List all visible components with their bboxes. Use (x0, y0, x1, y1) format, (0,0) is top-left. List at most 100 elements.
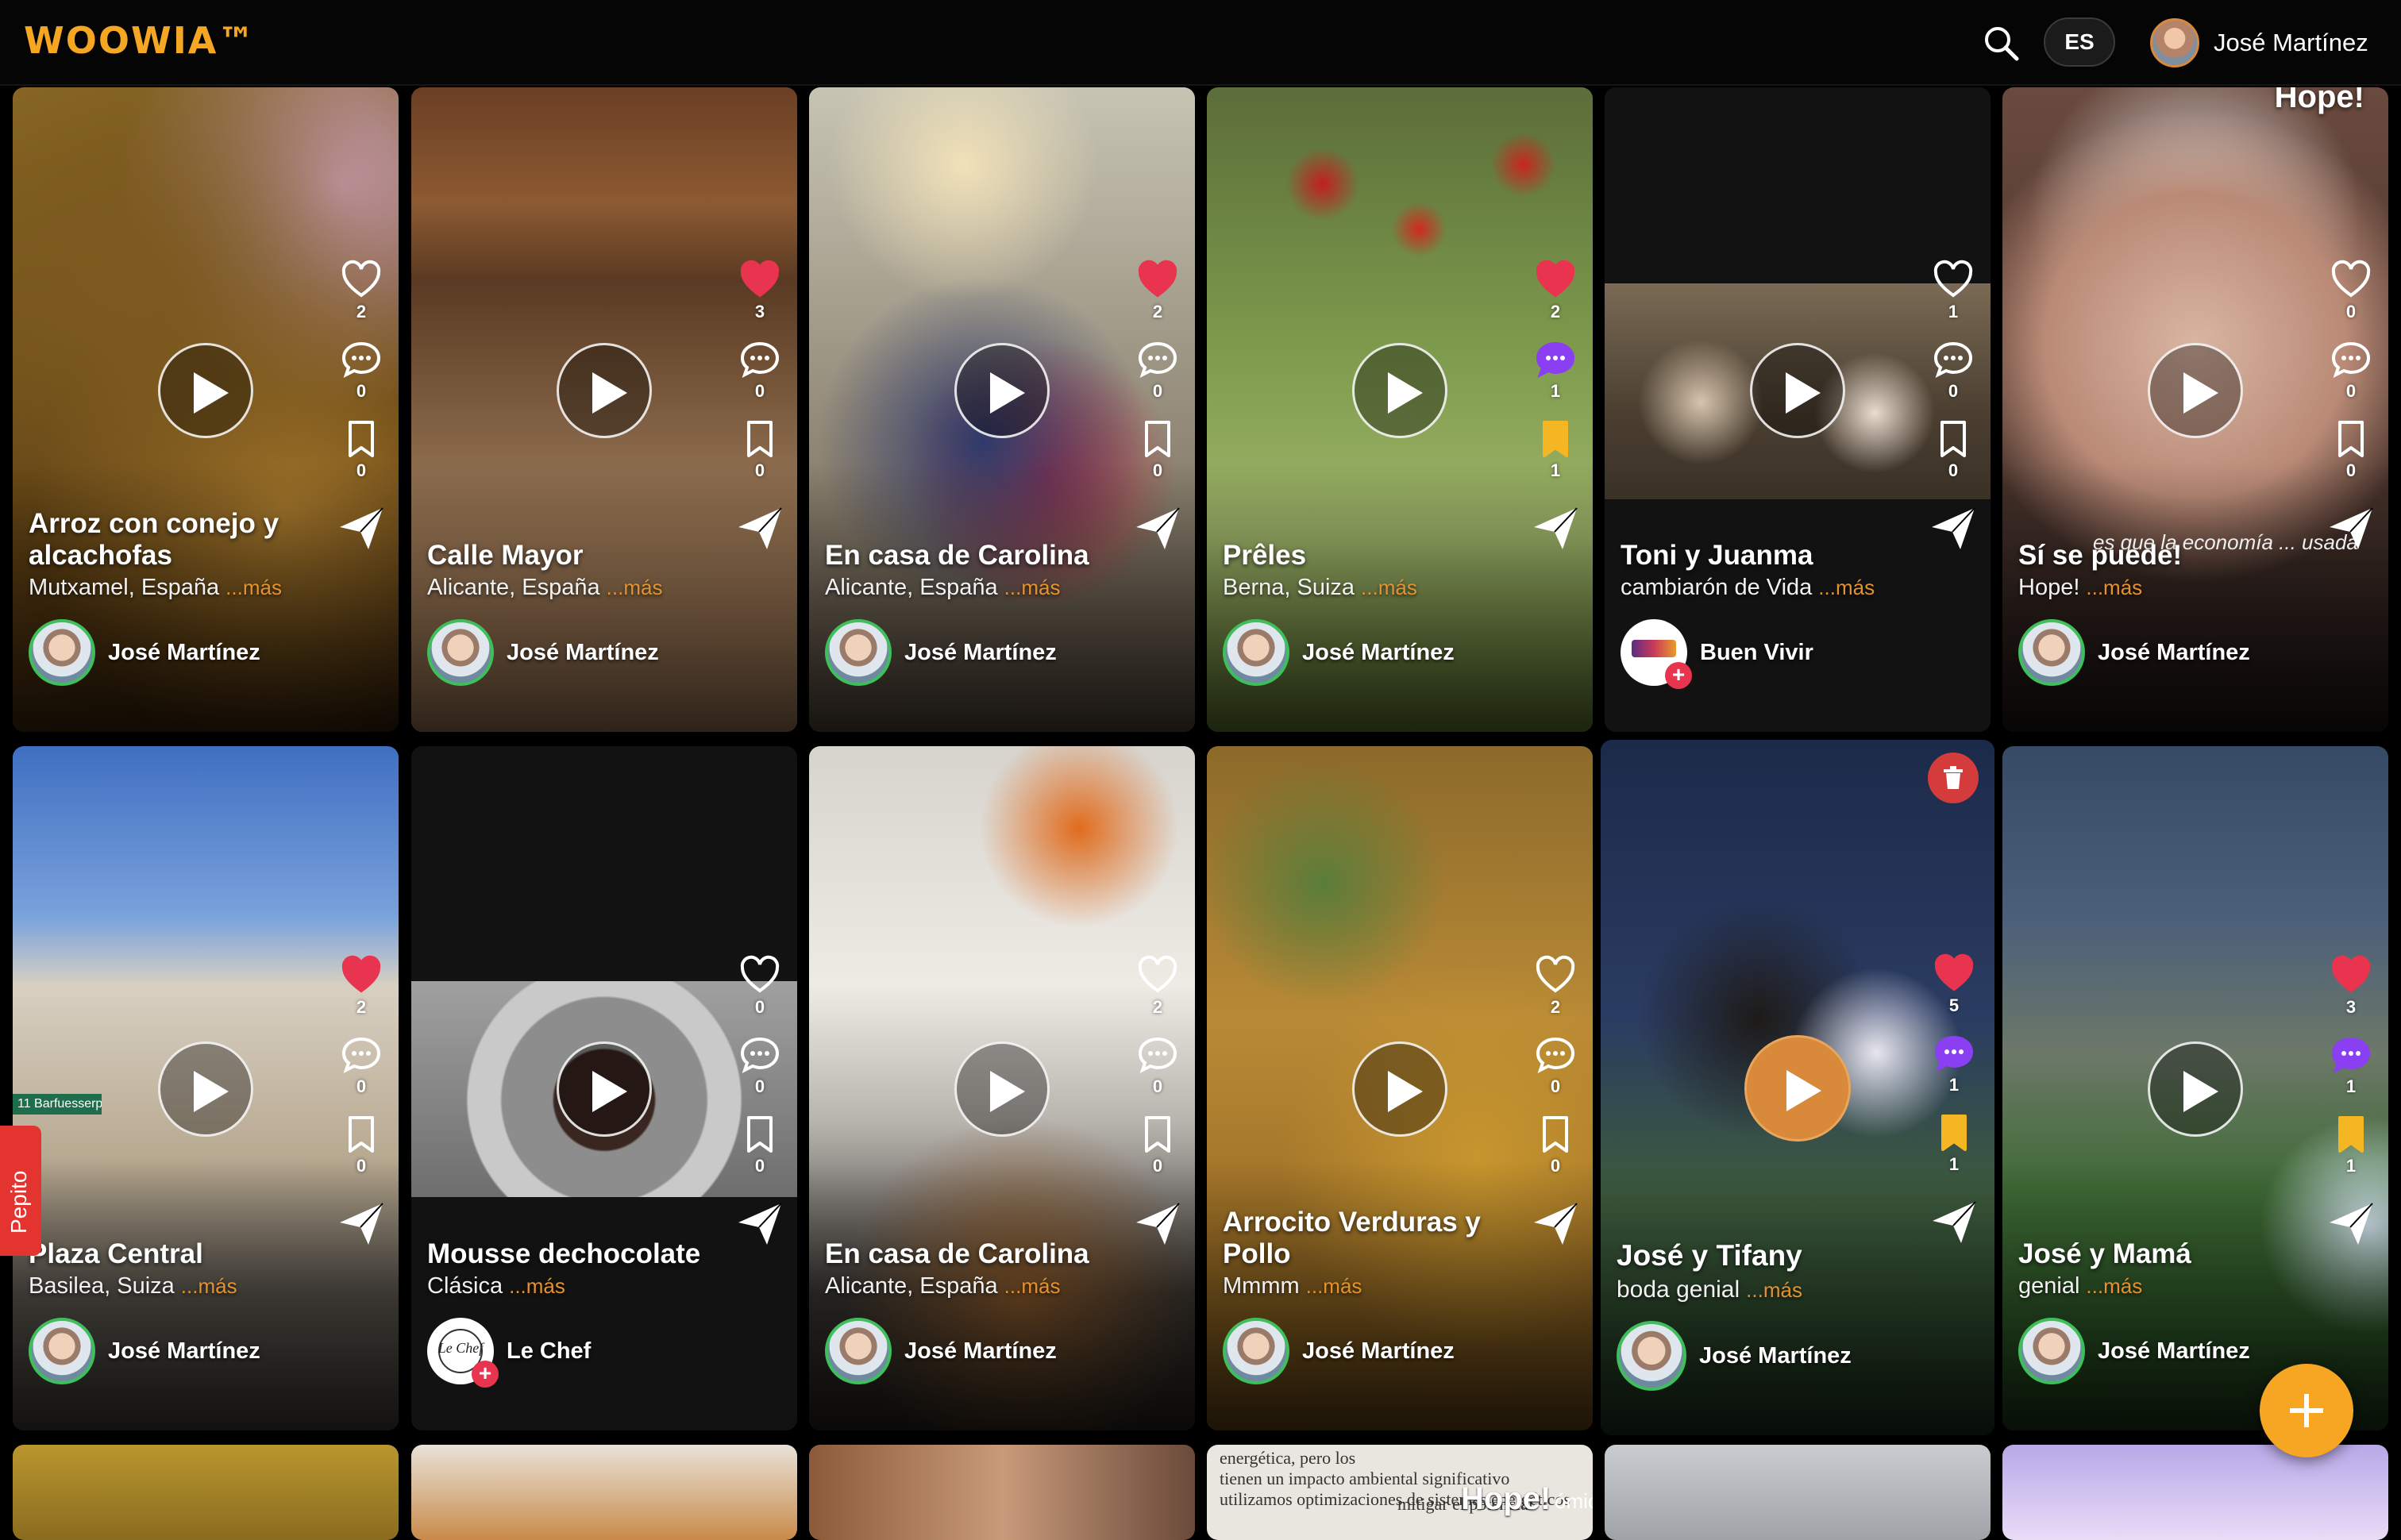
heart-icon[interactable] (1136, 954, 1179, 997)
more-link[interactable]: ...más (1004, 576, 1061, 599)
owner-name[interactable]: José Martínez (904, 1338, 1057, 1365)
owner-avatar[interactable] (1223, 619, 1289, 686)
play-button[interactable] (1352, 343, 1447, 438)
owner-avatar[interactable] (2018, 619, 2085, 686)
bookmark-icon[interactable] (340, 1113, 383, 1156)
video-card[interactable]: 3 1 1 José y Mamá genial ...más José Mart… (2002, 746, 2388, 1430)
heart-icon[interactable] (738, 954, 781, 997)
send-icon[interactable] (2326, 1199, 2376, 1248)
bookmark-icon[interactable] (1136, 1113, 1179, 1156)
video-title[interactable]: Arroz con conejo y alcachofas (29, 508, 322, 572)
play-button[interactable] (158, 343, 253, 438)
send-icon[interactable] (337, 1199, 386, 1248)
bookmark-icon[interactable] (1534, 418, 1577, 460)
owner-name[interactable]: José Martínez (2098, 1338, 2250, 1365)
video-card[interactable]: 3 0 0 Calle Mayor Alicante, España ...más… (411, 87, 797, 732)
bookmark-icon[interactable] (738, 1113, 781, 1156)
search-icon[interactable] (1980, 22, 2023, 65)
send-icon[interactable] (1531, 1199, 1580, 1248)
play-button[interactable] (1352, 1041, 1447, 1137)
heart-icon[interactable] (1534, 259, 1577, 302)
app-logo[interactable]: WOOWIA™ (24, 19, 256, 62)
heart-icon[interactable] (340, 954, 383, 997)
video-card[interactable]: 2 0 0 En casa de Carolina Alicante, Espa… (809, 87, 1195, 732)
add-button[interactable] (2260, 1364, 2353, 1457)
heart-icon[interactable] (2330, 954, 2372, 997)
play-button[interactable] (158, 1041, 253, 1137)
video-card[interactable]: 1 0 0 Toni y Juanma cambiarón de Vida...… (1605, 87, 1991, 732)
owner[interactable]: José Martínez (2018, 1318, 2250, 1384)
video-title[interactable]: En casa de Carolina (825, 540, 1119, 572)
comment-icon[interactable] (2330, 1034, 2372, 1076)
heart-icon[interactable] (738, 259, 781, 302)
owner-name[interactable]: José Martínez (108, 640, 260, 666)
play-button[interactable] (1750, 343, 1845, 438)
comment-icon[interactable] (1534, 1034, 1577, 1076)
video-title[interactable]: José y Mamá (2018, 1238, 2312, 1270)
bookmark-icon[interactable] (1136, 418, 1179, 460)
owner-name[interactable]: José Martínez (108, 1338, 260, 1365)
video-card[interactable]: energética, pero los tienen un impacto a… (1207, 1445, 1593, 1540)
owner[interactable]: José Martínez (29, 619, 260, 686)
owner-name[interactable]: Le Chef (507, 1338, 591, 1365)
owner-avatar[interactable] (427, 619, 494, 686)
owner-avatar[interactable] (29, 1318, 95, 1384)
send-icon[interactable] (1133, 1199, 1182, 1248)
video-card[interactable]: 2 1 1 Prêles Berna, Suiza ...más José Mar… (1207, 87, 1593, 732)
video-title[interactable]: Toni y Juanma (1621, 540, 1914, 572)
language-button[interactable]: ES (2044, 17, 2115, 67)
more-link[interactable]: ...más (607, 576, 663, 599)
video-title[interactable]: Mousse dechocolate (427, 1238, 721, 1270)
play-button[interactable] (557, 343, 652, 438)
video-card[interactable] (411, 1445, 797, 1540)
owner-name[interactable]: José Martínez (904, 640, 1057, 666)
video-card[interactable] (13, 1445, 399, 1540)
more-link[interactable]: ...más (1746, 1278, 1802, 1302)
comment-icon[interactable] (1534, 338, 1577, 381)
owner-name[interactable]: José Martínez (507, 640, 659, 666)
more-link[interactable]: ...más (1818, 576, 1875, 599)
owner[interactable]: + Buen Vivir (1621, 619, 1813, 689)
owner-avatar[interactable] (2018, 1318, 2085, 1384)
heart-icon[interactable] (340, 259, 383, 302)
comment-icon[interactable] (1933, 1032, 1975, 1075)
follow-plus-icon[interactable]: + (472, 1361, 499, 1388)
play-button[interactable] (954, 1041, 1050, 1137)
owner[interactable]: José Martínez (1223, 619, 1455, 686)
bookmark-icon[interactable] (340, 418, 383, 460)
owner[interactable]: Le Chef + Le Chef (427, 1318, 591, 1388)
video-card[interactable]: 0 0 0 Mousse dechocolate Clásica ...más L… (411, 746, 797, 1430)
owner-avatar[interactable]: + (1621, 619, 1692, 689)
play-button[interactable] (954, 343, 1050, 438)
video-title[interactable]: Calle Mayor (427, 540, 721, 572)
bookmark-icon[interactable] (738, 418, 781, 460)
video-card[interactable]: Hope! es que la economía ... usada 0 0 0… (2002, 87, 2388, 732)
send-icon[interactable] (2326, 503, 2376, 552)
bookmark-icon[interactable] (1534, 1113, 1577, 1156)
more-link[interactable]: ...más (1306, 1274, 1362, 1298)
play-button[interactable] (2148, 1041, 2243, 1137)
video-title[interactable]: Plaza Central (29, 1238, 322, 1270)
owner-name[interactable]: José Martínez (1699, 1343, 1852, 1369)
video-card[interactable]: 2 0 0 Arroz con conejo y alcachofas Mutx… (13, 87, 399, 732)
heart-icon[interactable] (2330, 259, 2372, 302)
send-icon[interactable] (735, 503, 784, 552)
owner[interactable]: José Martínez (825, 619, 1057, 686)
more-link[interactable]: ...más (225, 576, 282, 599)
owner[interactable]: José Martínez (825, 1318, 1057, 1384)
video-title[interactable]: Arrocito Verduras y Pollo (1223, 1207, 1517, 1270)
owner[interactable]: José Martínez (1223, 1318, 1455, 1384)
comment-icon[interactable] (1136, 338, 1179, 381)
more-link[interactable]: ...más (181, 1274, 237, 1298)
play-button[interactable] (557, 1041, 652, 1137)
owner[interactable]: José Martínez (29, 1318, 260, 1384)
play-button[interactable] (2148, 343, 2243, 438)
heart-icon[interactable] (1932, 259, 1975, 302)
send-icon[interactable] (1133, 503, 1182, 552)
owner[interactable]: José Martínez (1617, 1321, 1852, 1391)
heart-icon[interactable] (1933, 953, 1975, 995)
more-link[interactable]: ...más (2086, 1274, 2142, 1298)
bookmark-icon[interactable] (2330, 1113, 2372, 1156)
comment-icon[interactable] (340, 338, 383, 381)
more-link[interactable]: ...más (509, 1274, 565, 1298)
